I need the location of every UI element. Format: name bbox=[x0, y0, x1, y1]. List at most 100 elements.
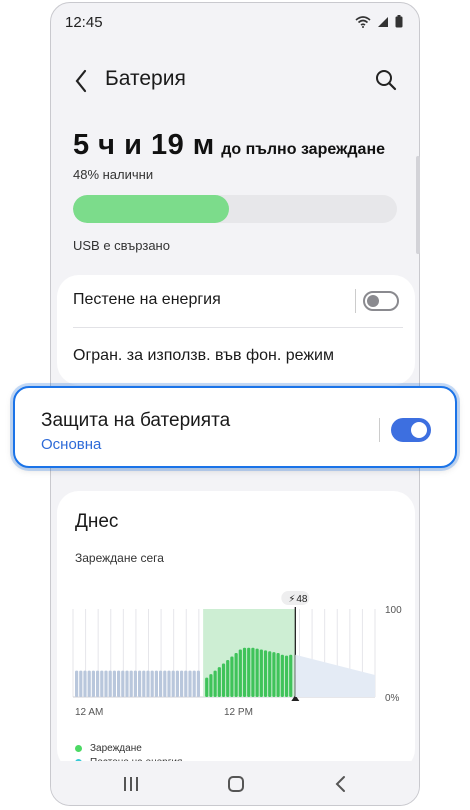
background-limit-row[interactable]: Огран. за използв. във фон. режим bbox=[73, 347, 403, 365]
usage-bar bbox=[159, 670, 163, 697]
battery-protection-row[interactable]: Защита на батерията Основна bbox=[13, 386, 457, 468]
usage-bar bbox=[175, 670, 179, 697]
battery-protection-toggle[interactable] bbox=[391, 418, 431, 442]
time-to-full-suffix: до пълно зареждане bbox=[221, 141, 385, 158]
usage-bar bbox=[121, 670, 125, 697]
usage-bar bbox=[104, 670, 108, 697]
charging-bar bbox=[276, 653, 280, 697]
usage-card: Днес Зареждане сега ⚡ 48 100 0% 12 AM 12 PM З… bbox=[57, 491, 415, 771]
charging-bar bbox=[238, 649, 242, 697]
usage-bar bbox=[163, 670, 167, 697]
header: Батерия bbox=[51, 61, 419, 101]
usage-bar bbox=[125, 670, 129, 697]
charging-bar bbox=[221, 663, 226, 697]
back-icon[interactable] bbox=[327, 773, 355, 795]
power-saving-toggle[interactable] bbox=[363, 291, 399, 311]
usage-bar bbox=[83, 670, 87, 697]
charging-bar bbox=[234, 653, 238, 697]
usage-bar bbox=[146, 670, 150, 697]
usage-bar bbox=[184, 670, 188, 697]
toggle-knob bbox=[411, 422, 427, 438]
row-divider bbox=[73, 327, 403, 328]
power-saving-row[interactable]: Пестене на енергия bbox=[73, 291, 403, 315]
legend-label-charging: Зареждане bbox=[90, 742, 142, 754]
charging-bar bbox=[280, 654, 284, 697]
charging-bar bbox=[242, 647, 247, 697]
charging-bar bbox=[217, 667, 221, 697]
legend-dot-charging bbox=[75, 744, 82, 752]
battery-protection-title: Защита на батерията bbox=[41, 410, 231, 431]
charging-bar bbox=[289, 654, 293, 697]
usage-bar bbox=[188, 670, 192, 697]
charging-bar bbox=[263, 650, 268, 697]
recent-apps-icon[interactable] bbox=[117, 773, 145, 795]
usage-bar bbox=[100, 670, 104, 697]
usage-bar bbox=[192, 670, 196, 697]
usage-bar bbox=[96, 670, 100, 697]
wifi-icon bbox=[355, 15, 371, 28]
battery-level-fill bbox=[73, 195, 229, 223]
charging-now-label: Зареждане сега bbox=[75, 551, 164, 565]
usage-bar bbox=[142, 670, 146, 697]
battery-level-bar bbox=[73, 195, 397, 223]
usage-bar bbox=[171, 670, 175, 697]
background-limit-label: Огран. за използв. във фон. режим bbox=[73, 347, 334, 364]
projection-area bbox=[295, 654, 375, 697]
search-icon[interactable] bbox=[373, 67, 399, 93]
y-tick-label: 0% bbox=[385, 693, 400, 704]
charging-bar bbox=[230, 656, 234, 697]
y-tick-label: 100 bbox=[385, 605, 402, 616]
usage-heading: Днес bbox=[75, 511, 119, 532]
usage-bar bbox=[133, 670, 137, 697]
charging-bar bbox=[226, 660, 230, 697]
x-tick-label: 12 AM bbox=[75, 707, 103, 718]
charging-bar bbox=[209, 674, 213, 697]
usage-bar bbox=[180, 670, 184, 697]
usage-bar bbox=[91, 670, 95, 697]
charging-bar bbox=[284, 655, 289, 697]
usage-bar bbox=[154, 670, 158, 697]
signal-icon bbox=[378, 16, 388, 27]
charging-bar bbox=[247, 647, 251, 697]
usage-bar bbox=[138, 670, 142, 697]
legend-item-charging: Зареждане bbox=[75, 741, 182, 755]
settings-card: Пестене на енергия Огран. за използв. въ… bbox=[57, 275, 415, 385]
usage-bar bbox=[167, 670, 171, 697]
usage-bar bbox=[150, 670, 154, 697]
charging-bar bbox=[272, 652, 276, 697]
time-to-full-value: 5 ч и 19 м bbox=[73, 129, 215, 161]
charging-bar bbox=[268, 651, 272, 697]
usage-bar bbox=[87, 670, 91, 697]
charging-bar bbox=[255, 648, 259, 697]
charging-bar bbox=[251, 647, 255, 697]
battery-protection-mode: Основна bbox=[41, 436, 102, 453]
usage-bar bbox=[112, 670, 116, 697]
usage-bar bbox=[79, 670, 83, 697]
charging-bar bbox=[213, 670, 217, 697]
navigation-bar bbox=[51, 761, 419, 805]
time-to-full: 5 ч и 19 м до пълно зареждане bbox=[73, 129, 385, 162]
toggle-knob bbox=[367, 295, 379, 307]
usage-bar bbox=[108, 670, 112, 697]
usb-status: USB е свързано bbox=[73, 238, 170, 253]
charging-bar bbox=[205, 677, 209, 697]
status-icons bbox=[355, 15, 403, 28]
charge-badge-label: 48 bbox=[296, 594, 308, 605]
usage-bar bbox=[129, 670, 133, 697]
power-saving-label: Пестене на енергия bbox=[73, 291, 221, 308]
battery-usage-chart: ⚡ 48 100 0% 12 AM 12 PM bbox=[72, 591, 402, 718]
status-bar: 12:45 bbox=[51, 3, 419, 41]
page-title: Батерия bbox=[105, 67, 186, 90]
battery-icon bbox=[395, 15, 403, 28]
toggle-divider bbox=[379, 418, 380, 442]
toggle-divider bbox=[355, 289, 356, 313]
charging-bar bbox=[259, 649, 263, 697]
battery-available: 48% налични bbox=[73, 167, 154, 182]
usage-bar bbox=[117, 670, 121, 697]
bolt-icon: ⚡ bbox=[288, 594, 295, 605]
home-icon[interactable] bbox=[222, 773, 250, 795]
status-time: 12:45 bbox=[65, 14, 103, 31]
back-arrow-icon[interactable] bbox=[71, 67, 93, 95]
side-button bbox=[416, 156, 420, 254]
usage-bar bbox=[75, 670, 79, 697]
